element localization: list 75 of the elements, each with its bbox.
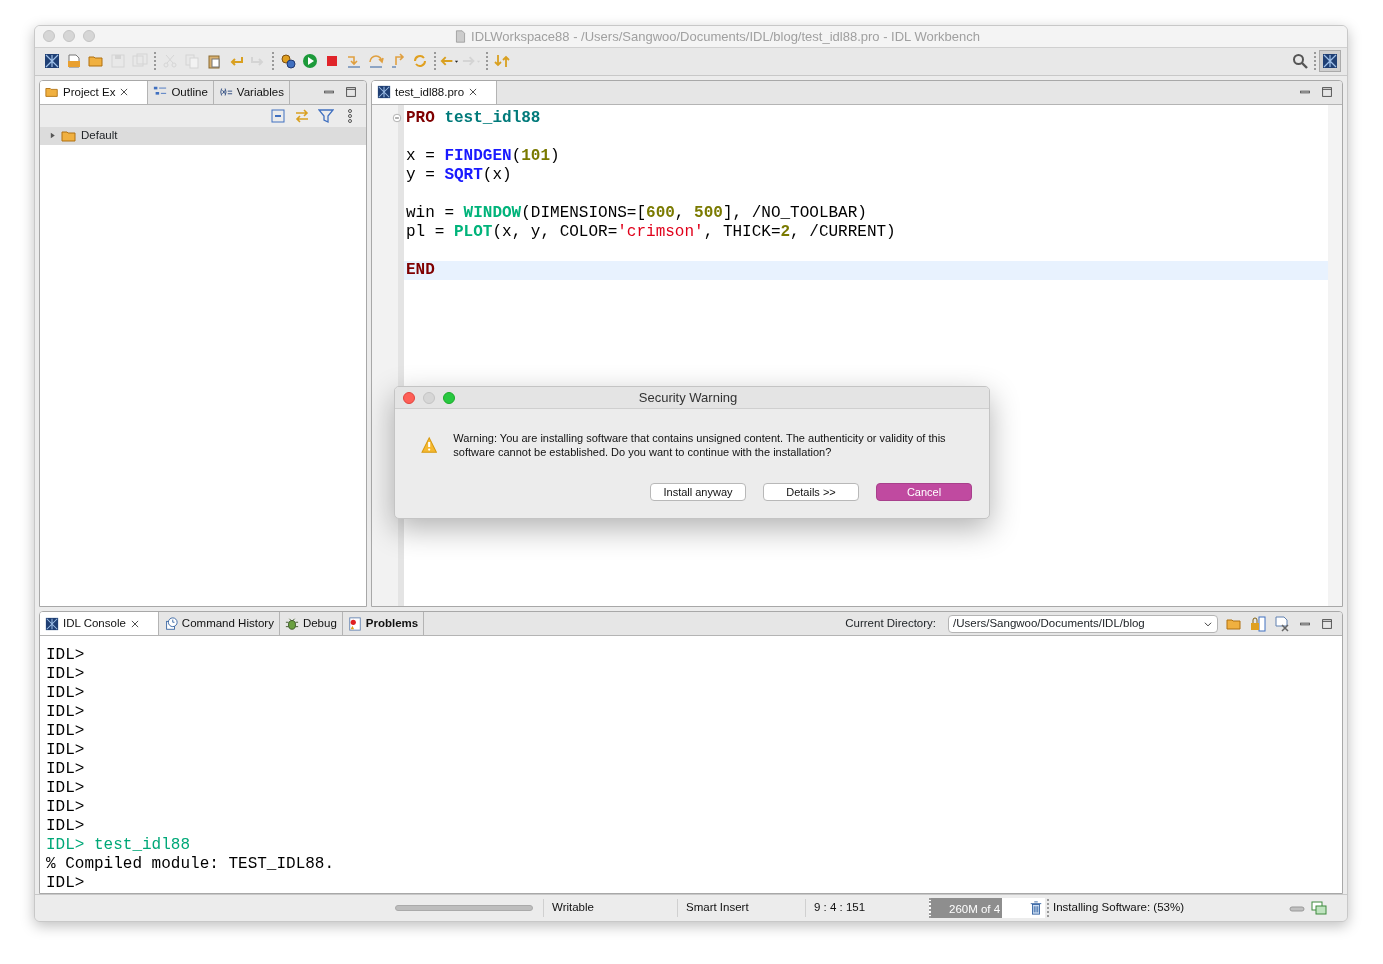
console-line: IDL> <box>45 665 86 685</box>
dialog-button[interactable]: Cancel <box>876 483 972 501</box>
close-window-button[interactable] <box>403 391 415 404</box>
code-line: win = WINDOW(DIMENSIONS=[600, 500], /NO_TOOLBAR) <box>406 203 867 223</box>
window-title: IDLWorkspace88 - /Users/Sangwoo/Documents/IDL/blog/test_idl88.pro - IDL Workbench <box>471 27 980 46</box>
trash-icon[interactable] <box>1029 900 1043 916</box>
console-line: IDL> <box>45 798 86 818</box>
document-icon <box>454 30 468 43</box>
collapse-fold-icon[interactable] <box>392 112 402 123</box>
panel-tab[interactable]: Project Ex <box>40 80 149 104</box>
console-line: IDL> test_idl88 <box>45 836 192 856</box>
close-icon[interactable] <box>129 618 140 629</box>
insert-mode-label: Smart Insert <box>677 899 805 917</box>
close-icon[interactable] <box>468 87 479 98</box>
edit-mode-label: Writable <box>543 899 677 917</box>
folder-icon <box>88 53 104 70</box>
warning-message: Warning: You are installing software that contains unsigned content. The authenticity or validity of this software cannot be established. Do you want to continue with the installation? <box>453 431 947 459</box>
panel-tab[interactable]: test_idl88.pro <box>372 80 498 104</box>
step-into-icon <box>346 53 362 70</box>
link-arrows-icon[interactable] <box>294 107 310 124</box>
minimize-window-button[interactable] <box>63 30 75 43</box>
new-file-icon <box>66 53 82 70</box>
problems-icon <box>347 616 362 631</box>
folder-icon <box>45 85 59 100</box>
console-line: IDL> <box>45 703 86 723</box>
directory-label: Current Directory: <box>845 615 936 631</box>
console-line: IDL> <box>45 779 86 799</box>
code-line: END <box>406 260 435 280</box>
zoom-window-button[interactable] <box>443 391 455 404</box>
console-line: IDL> <box>45 817 86 837</box>
code-line: y = SQRT(x) <box>406 165 512 185</box>
code-line: pl = PLOT(x, y, COLOR='crimson', THICK=2, /CURRENT) <box>406 222 896 242</box>
search-icon <box>1292 53 1308 70</box>
annotation-arrows-icon <box>494 53 510 70</box>
maximize-icon[interactable] <box>344 85 358 100</box>
code-line: x = FINDGEN(101) <box>406 146 560 166</box>
bug-icon <box>284 616 299 631</box>
step-over-icon <box>368 53 384 70</box>
clipboard-icon <box>206 53 222 70</box>
vertical-scrollbar[interactable] <box>1328 104 1342 607</box>
code-line: PRO test_idl88 <box>406 108 541 128</box>
copy-icon <box>184 53 200 70</box>
perspective-button[interactable] <box>1319 50 1341 73</box>
directory-dropdown[interactable]: /Users/Sangwoo/Documents/IDL/blog <box>948 614 1218 633</box>
dialog-title: Security Warning <box>637 388 739 407</box>
console-line: IDL> <box>45 646 86 666</box>
console-line: % Compiled module: TEST_IDL88. <box>45 855 336 875</box>
reset-arrows-icon <box>412 53 428 70</box>
filter-icon[interactable] <box>318 107 334 124</box>
console-line: IDL> <box>45 741 86 761</box>
history-icon <box>163 616 178 631</box>
console-line: IDL> <box>45 722 86 742</box>
idl-logo-icon <box>44 53 60 70</box>
console-line: IDL> <box>45 684 86 704</box>
console-line: IDL> <box>45 874 86 894</box>
gears-icon <box>280 53 296 70</box>
maximize-icon[interactable] <box>1320 616 1334 631</box>
run-icon <box>302 53 318 70</box>
idl-logo-icon <box>45 616 59 631</box>
lock-panel-icon[interactable] <box>1250 615 1266 632</box>
console-line: IDL> <box>45 760 86 780</box>
dialog-button[interactable]: Details >> <box>763 483 859 501</box>
step-return-icon <box>390 53 406 70</box>
clear-console-icon[interactable] <box>1274 615 1290 632</box>
idl-logo-icon <box>377 85 391 100</box>
dialog-button[interactable]: Install anyway <box>650 483 746 501</box>
panel-tab[interactable]: IDL Console <box>40 612 159 636</box>
idl-logo-icon <box>1322 53 1338 70</box>
close-window-button[interactable] <box>43 30 55 43</box>
close-icon[interactable] <box>119 87 130 98</box>
expand-triangle-icon[interactable] <box>48 131 57 141</box>
maximize-icon[interactable] <box>1320 85 1334 100</box>
zoom-window-button[interactable] <box>83 30 95 43</box>
progress-view-icon[interactable] <box>1311 900 1327 916</box>
collapse-all-icon[interactable] <box>270 107 286 124</box>
